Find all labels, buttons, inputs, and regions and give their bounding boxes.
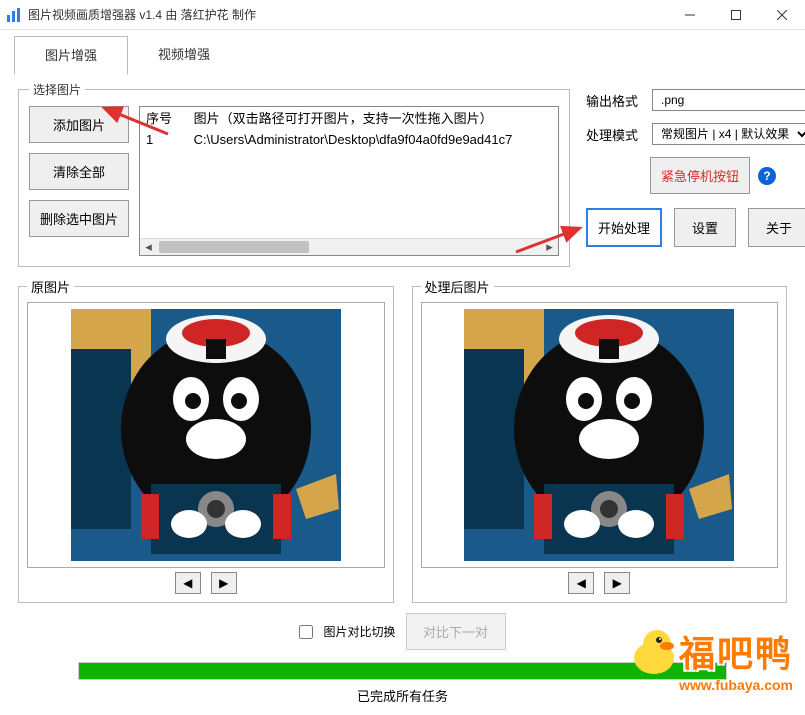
compare-label: 图片对比切换: [323, 623, 395, 640]
clear-all-button[interactable]: 清除全部: [29, 153, 129, 190]
app-icon: [6, 7, 22, 23]
processed-next-button[interactable]: ▶: [604, 572, 630, 594]
tabs: 图片增强 视频增强: [0, 30, 805, 75]
original-next-button[interactable]: ▶: [211, 572, 237, 594]
tab-video-enhance[interactable]: 视频增强: [128, 36, 240, 75]
processed-image-group: 处理后图片: [412, 277, 788, 603]
list-header-path: 图片（双击路径可打开图片，支持一次性拖入图片）: [194, 111, 493, 126]
image-list[interactable]: 序号 图片（双击路径可打开图片，支持一次性拖入图片） 1 C:\Users\Ad…: [139, 106, 559, 256]
select-image-legend: 选择图片: [29, 81, 85, 98]
watermark-text: 福吧鸭: [679, 625, 793, 677]
help-stop-icon[interactable]: ?: [758, 167, 776, 185]
original-prev-button[interactable]: ◀: [175, 572, 201, 594]
settings-button[interactable]: 设置: [674, 208, 736, 247]
process-mode-label: 处理模式: [586, 125, 644, 144]
compare-toggle-checkbox[interactable]: [299, 625, 313, 639]
output-format-select[interactable]: .png: [652, 89, 805, 111]
scroll-right-icon[interactable]: ▸: [541, 239, 558, 255]
tab-image-enhance[interactable]: 图片增强: [14, 36, 128, 75]
processed-legend: 处理后图片: [421, 277, 494, 296]
titlebar: 图片视频画质增强器 v1.4 由 落红护花 制作: [0, 0, 805, 30]
process-mode-select[interactable]: 常规图片 | x4 | 默认效果: [652, 123, 805, 145]
watermark-url: www.fubaya.com: [629, 677, 793, 693]
horizontal-scrollbar[interactable]: ◂ ▸: [140, 238, 558, 255]
watermark: 福吧鸭 www.fubaya.com: [629, 625, 793, 693]
delete-selected-button[interactable]: 删除选中图片: [29, 200, 129, 237]
output-format-label: 输出格式: [586, 91, 644, 110]
window-title: 图片视频画质增强器 v1.4 由 落红护花 制作: [28, 6, 667, 23]
compare-next-button: 对比下一对: [406, 613, 506, 650]
close-button[interactable]: [759, 0, 805, 30]
about-button[interactable]: 关于: [748, 208, 805, 247]
list-row-path: C:\Users\Administrator\Desktop\dfa9f04a0…: [194, 132, 513, 147]
add-image-button[interactable]: 添加图片: [29, 106, 129, 143]
list-row[interactable]: 1 C:\Users\Administrator\Desktop\dfa9f04…: [146, 130, 552, 151]
original-image: [27, 302, 385, 568]
scroll-left-icon[interactable]: ◂: [140, 239, 157, 255]
duck-icon: [629, 626, 679, 676]
maximize-button[interactable]: [713, 0, 759, 30]
processed-image: [421, 302, 779, 568]
original-legend: 原图片: [27, 277, 74, 296]
select-image-group: 选择图片 添加图片 清除全部 删除选中图片 序号 图片（双击路径可打开图片，支持…: [18, 81, 570, 267]
start-process-button[interactable]: 开始处理: [586, 208, 662, 247]
original-image-group: 原图片: [18, 277, 394, 603]
emergency-stop-button[interactable]: 紧急停机按钮: [650, 157, 750, 194]
list-row-num: 1: [146, 130, 190, 151]
list-header-num: 序号: [146, 109, 190, 130]
minimize-button[interactable]: [667, 0, 713, 30]
processed-prev-button[interactable]: ◀: [568, 572, 594, 594]
